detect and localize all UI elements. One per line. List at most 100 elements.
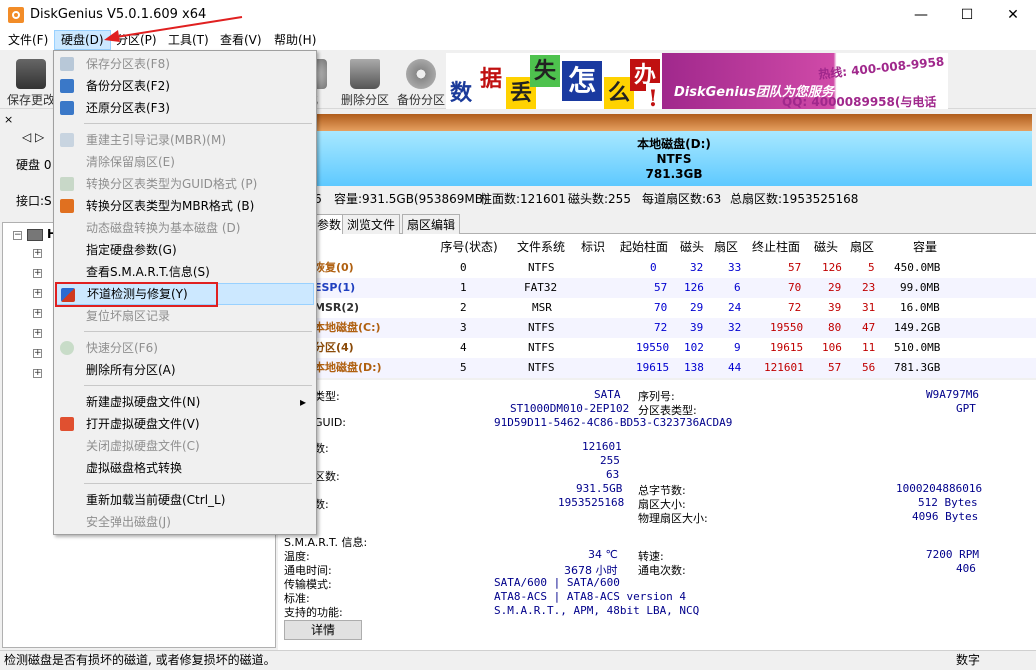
- menu-item-label: 指定硬盘参数(G): [86, 243, 177, 257]
- menu-item-label: 清除保留扇区(E): [86, 155, 175, 169]
- close-button[interactable]: ✕: [990, 0, 1036, 30]
- menu-item-reset-bad-sector-record[interactable]: 复位坏扇区记录: [56, 305, 314, 327]
- end-head: 57: [828, 361, 842, 374]
- menu-tools[interactable]: 工具(T): [162, 30, 215, 50]
- tab-sector-edit[interactable]: 扇区编辑: [402, 214, 461, 234]
- menu-item-close-virtual-disk[interactable]: 关闭虚拟硬盘文件(C): [56, 435, 314, 457]
- minimize-button[interactable]: —: [898, 0, 944, 30]
- serial-value: W9A797M6: [926, 388, 979, 401]
- table-row[interactable]: ESP(1) 1 FAT32 57 126 6 70 29 23 99.0MB: [278, 278, 1036, 298]
- partition-name: 恢复(0): [314, 261, 354, 274]
- menu-item-open-virtual-disk[interactable]: 打开虚拟硬盘文件(V): [56, 413, 314, 435]
- type-value: SATA: [594, 388, 621, 401]
- close-panel-icon[interactable]: ×: [4, 113, 13, 126]
- end-sector: 56: [862, 361, 876, 374]
- end-cylinder: 70: [788, 281, 802, 294]
- table-row[interactable]: 恢复(0) 0 NTFS 0 32 33 57 126 5 450.0MB: [278, 258, 1036, 278]
- tree-expand-icon[interactable]: +: [33, 349, 42, 358]
- delete-partition-button[interactable]: 删除分区: [338, 55, 392, 107]
- save-icon: [60, 57, 74, 71]
- ad-banner[interactable]: 数 据 丢 失 怎 么 办 ! DiskGenius团队为您服务 热线: 400…: [446, 53, 948, 109]
- partition-block-size: 781.3GB: [645, 167, 703, 181]
- tree-expand-icon[interactable]: +: [33, 249, 42, 258]
- menu-file[interactable]: 文件(F): [2, 30, 54, 50]
- menu-item-rebuild-mbr[interactable]: 重建主引导记录(MBR)(M): [56, 129, 314, 151]
- table-row[interactable]: MSR(2) 2 MSR 70 29 24 72 39 31 16.0MB: [278, 298, 1036, 318]
- tree-collapse-icon[interactable]: −: [13, 231, 22, 240]
- menu-partition[interactable]: 分区(P): [110, 30, 163, 50]
- partition-table: 序号(状态) 文件系统 标识 起始柱面 磁头 扇区 终止柱面 磁头 扇区 容量 …: [278, 234, 1036, 378]
- partition-index: 0: [460, 261, 467, 274]
- menu-item-quick-partition[interactable]: 快速分区(F6): [56, 337, 314, 359]
- menu-item-save-partition-table[interactable]: 保存分区表(F8): [56, 53, 314, 75]
- guid-value: 91D59D11-5462-4C86-BD53-C323736ACDA9: [494, 416, 733, 429]
- menu-item-label: 备份分区表(F2): [86, 79, 170, 93]
- menu-item-dynamic-to-basic[interactable]: 动态磁盘转换为基本磁盘 (D): [56, 217, 314, 239]
- maximize-button[interactable]: ☐: [944, 0, 990, 30]
- menu-disk[interactable]: 硬盘(D): [54, 30, 111, 50]
- menu-item-backup-partition-table[interactable]: 备份分区表(F2): [56, 75, 314, 97]
- menu-item-delete-all-partitions[interactable]: 删除所有分区(A): [56, 359, 314, 381]
- convert-guid-icon: [60, 177, 74, 191]
- tree-expand-icon[interactable]: +: [33, 329, 42, 338]
- menu-item-convert-to-mbr[interactable]: 转换分区表类型为MBR格式 (B): [56, 195, 314, 217]
- table-row[interactable]: 本地磁盘(D:) 5 NTFS 19615 138 44 121601 57 5…: [278, 358, 1036, 378]
- partition-fs: NTFS: [528, 361, 555, 374]
- partition-block-d[interactable]: 本地磁盘(D:) NTFS 781.3GB: [316, 131, 1032, 186]
- tab-params[interactable]: 参数: [312, 214, 347, 234]
- disk-info-line: 6 容量:931.5GB(953869MB) 柱面数:121601 磁头数:25…: [278, 189, 1036, 209]
- window-title: DiskGenius V5.0.1.609 x64: [30, 7, 207, 22]
- menu-item-view-smart[interactable]: 查看S.M.A.R.T.信息(S): [56, 261, 314, 283]
- menu-item-label: 删除所有分区(A): [86, 363, 176, 377]
- disk-details: 类型: SATA 序列号: W9A797M6 ST1000DM010-2EP10…: [278, 380, 1036, 530]
- col-header-fs: 文件系统: [516, 240, 565, 254]
- table-row[interactable]: 分区(4) 4 NTFS 19550 102 9 19615 106 11 51…: [278, 338, 1036, 358]
- col-header-index: 序号(状态): [440, 240, 498, 254]
- menu-item-label: 关闭虚拟硬盘文件(C): [86, 439, 200, 453]
- tree-expand-icon[interactable]: +: [33, 289, 42, 298]
- partition-capacity: 99.0MB: [900, 281, 940, 294]
- menu-item-reload-disk[interactable]: 重新加载当前硬盘(Ctrl_L): [56, 489, 314, 511]
- smart-details-button[interactable]: 详情: [284, 620, 362, 640]
- menu-item-convert-to-guid[interactable]: 转换分区表类型为GUID格式 (P): [56, 173, 314, 195]
- partition-capacity: 510.0MB: [894, 341, 941, 354]
- start-cylinder: 72: [654, 321, 668, 334]
- disk-nav-arrows[interactable]: ◁ ▷: [22, 130, 44, 144]
- menu-item-new-virtual-disk[interactable]: 新建虚拟硬盘文件(N) ▸: [56, 391, 314, 413]
- menu-item-virtual-disk-format-convert[interactable]: 虚拟磁盘格式转换: [56, 457, 314, 479]
- tab-browse-files[interactable]: 浏览文件: [342, 214, 401, 234]
- menu-item-restore-partition-table[interactable]: 还原分区表(F3): [56, 97, 314, 119]
- partition-fs: NTFS: [528, 321, 555, 334]
- tree-expand-icon[interactable]: +: [33, 269, 42, 278]
- disk-partition-bar[interactable]: 本地磁盘(D:) NTFS 781.3GB: [316, 114, 1032, 186]
- menu-item-specify-disk-params[interactable]: 指定硬盘参数(G): [56, 239, 314, 261]
- cylinders-value: 121601: [582, 440, 622, 453]
- start-head: 102: [684, 341, 704, 354]
- menu-separator: [84, 123, 312, 124]
- open-vdisk-icon: [60, 417, 74, 431]
- end-sector: 5: [868, 261, 875, 274]
- tab-bar: 参数 浏览文件 扇区编辑: [278, 214, 1036, 234]
- temperature-value: 34 ℃: [588, 548, 618, 561]
- banner-tile: 怎: [562, 61, 602, 101]
- menu-view[interactable]: 查看(V): [214, 30, 268, 50]
- transfer-mode-value: SATA/600 | SATA/600: [494, 576, 620, 589]
- tree-expand-icon[interactable]: +: [33, 309, 42, 318]
- menu-item-clear-reserved-sectors[interactable]: 清除保留扇区(E): [56, 151, 314, 173]
- menu-item-label: 新建虚拟硬盘文件(N): [86, 395, 201, 409]
- save-disk-icon: [16, 59, 46, 89]
- menu-item-safe-eject[interactable]: 安全弹出磁盘(J): [56, 511, 314, 533]
- col-header-end-head: 磁头: [813, 240, 838, 254]
- save-changes-button[interactable]: 保存更改: [4, 55, 58, 107]
- menu-help[interactable]: 帮助(H): [268, 30, 322, 50]
- disk-cylinders: 柱面数:121601: [480, 192, 566, 206]
- sector-size-value: 512 Bytes: [918, 496, 978, 509]
- end-head: 29: [828, 281, 842, 294]
- table-row[interactable]: 本地磁盘(C:) 3 NTFS 72 39 32 19550 80 47 149…: [278, 318, 1036, 338]
- col-header-start-sector: 扇区: [713, 240, 738, 254]
- backup-disc-icon: [406, 59, 436, 89]
- tree-expand-icon[interactable]: +: [33, 369, 42, 378]
- backup-partition-button[interactable]: 备份分区: [394, 55, 448, 107]
- col-header-start-head: 磁头: [679, 240, 704, 254]
- partition-table-type-value: GPT: [956, 402, 976, 415]
